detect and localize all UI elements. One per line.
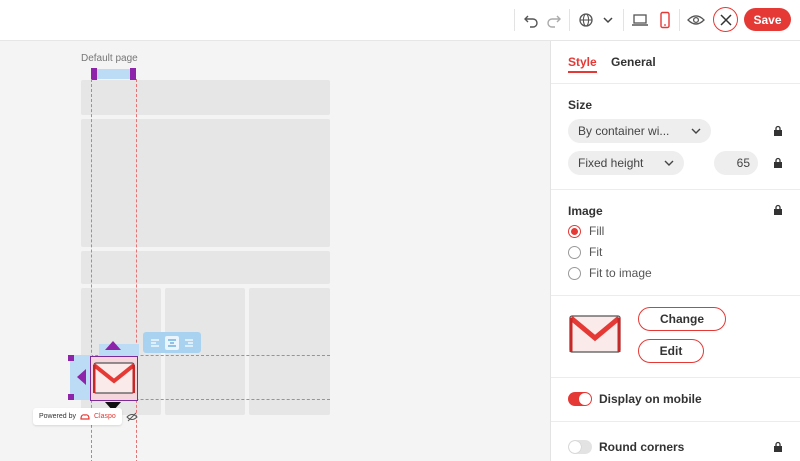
align-left-icon[interactable] [148, 336, 162, 350]
save-button[interactable]: Save [744, 8, 791, 31]
element-align-toolbar [143, 332, 201, 353]
layout-block[interactable] [81, 80, 330, 115]
height-mode-select[interactable]: Fixed height [568, 151, 684, 175]
toolbar-divider [679, 9, 680, 31]
top-toolbar: Save [0, 0, 800, 41]
tab-general[interactable]: General [611, 55, 656, 69]
radio-label: Fit [589, 245, 603, 259]
toolbar-divider [514, 9, 515, 31]
toolbar-divider [623, 9, 624, 31]
size-section-title: Size [568, 98, 593, 112]
layout-block[interactable] [81, 251, 330, 284]
display-on-mobile-toggle[interactable] [568, 392, 592, 406]
alignment-guide [91, 79, 92, 461]
move-up-arrow-icon[interactable] [104, 340, 122, 350]
undo-icon[interactable] [520, 9, 542, 31]
laptop-icon[interactable] [629, 9, 651, 31]
resize-handle[interactable] [68, 355, 74, 361]
lock-icon[interactable] [773, 157, 783, 169]
edit-image-button[interactable]: Edit [638, 339, 704, 363]
close-button[interactable] [713, 7, 738, 32]
round-corners-label: Round corners [599, 440, 685, 454]
image-section-title: Image [568, 204, 603, 218]
section-divider [551, 295, 800, 296]
brand-name: Claspo [93, 413, 116, 420]
selected-image-element[interactable] [90, 356, 138, 401]
width-mode-select[interactable]: By container wi... [568, 119, 711, 143]
radio-label: Fit to image [589, 266, 652, 280]
image-preview-mail-icon [569, 315, 621, 353]
tabs-divider [551, 83, 800, 84]
radio-button[interactable] [568, 266, 581, 280]
chevron-down-icon [664, 160, 674, 166]
globe-icon[interactable] [575, 9, 597, 31]
radio-fit[interactable]: Fit [568, 245, 602, 259]
section-divider [551, 421, 800, 422]
editor-canvas[interactable]: Default page Powered by Claspo [0, 41, 550, 461]
section-divider [551, 377, 800, 378]
radio-fit-to-image[interactable]: Fit to image [568, 266, 652, 280]
chevron-down-icon[interactable] [597, 9, 619, 31]
radio-fill[interactable]: Fill [568, 224, 604, 238]
round-corners-toggle[interactable] [568, 440, 592, 454]
mobile-icon[interactable] [654, 9, 676, 31]
mail-icon [93, 362, 135, 394]
close-icon [719, 13, 732, 26]
height-mode-value: Fixed height [578, 156, 644, 170]
powered-by-text: Powered by [39, 413, 76, 420]
display-on-mobile-label: Display on mobile [599, 392, 702, 406]
toolbar-divider [569, 9, 570, 31]
align-center-icon[interactable] [164, 335, 179, 350]
move-left-arrow-icon[interactable] [76, 369, 86, 385]
change-image-button[interactable]: Change [638, 307, 726, 331]
layout-block[interactable] [81, 119, 330, 247]
lock-icon[interactable] [773, 441, 783, 453]
eye-off-icon[interactable] [126, 411, 138, 423]
align-right-icon[interactable] [182, 336, 196, 350]
powered-by-badge: Powered by Claspo [33, 408, 122, 425]
layout-block[interactable] [249, 288, 330, 415]
page-label: Default page [81, 53, 138, 64]
radio-button[interactable] [568, 224, 581, 238]
radio-button[interactable] [568, 245, 581, 259]
width-mode-value: By container wi... [578, 124, 670, 138]
resize-handle[interactable] [68, 394, 74, 400]
eye-icon[interactable] [685, 9, 707, 31]
alignment-guide [136, 79, 137, 461]
lock-icon[interactable] [773, 125, 783, 137]
chevron-down-icon [691, 128, 701, 134]
section-divider [551, 189, 800, 190]
settings-panel: Style General Size By container wi... Fi… [550, 41, 800, 461]
lock-icon[interactable] [773, 204, 783, 216]
height-value-input[interactable]: 65 [714, 151, 758, 175]
claspo-logo-icon [80, 413, 90, 420]
tab-style[interactable]: Style [568, 55, 597, 73]
redo-icon[interactable] [543, 9, 565, 31]
radio-label: Fill [589, 224, 605, 238]
